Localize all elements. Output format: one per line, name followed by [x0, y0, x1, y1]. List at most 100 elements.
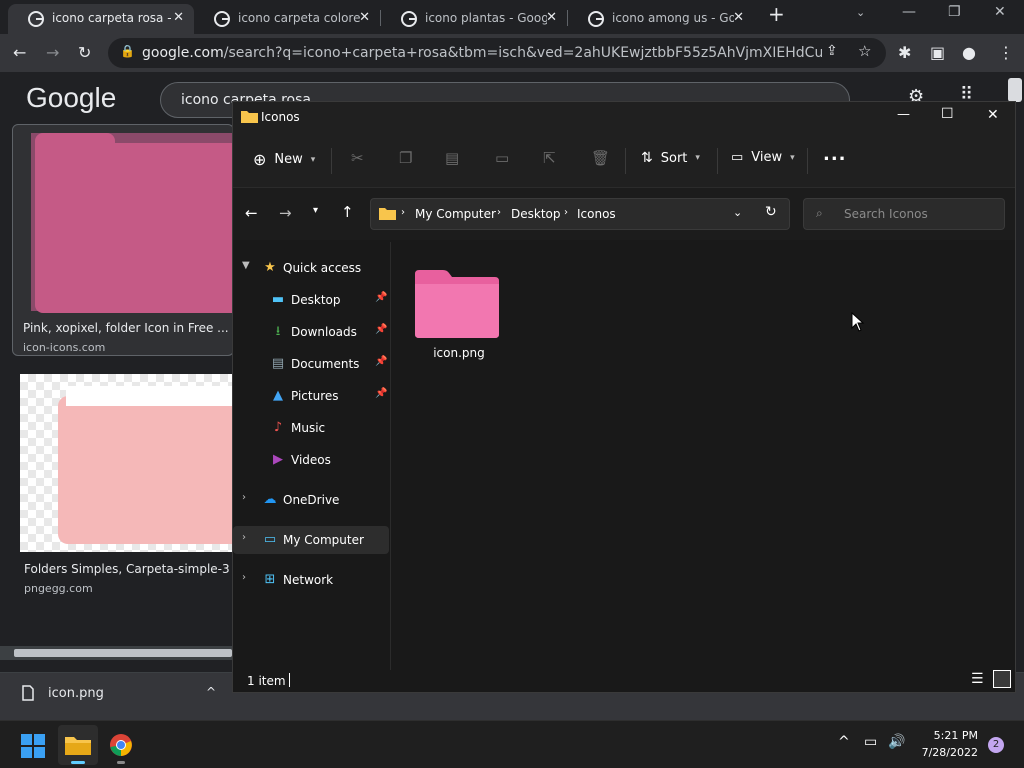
paste-icon[interactable]: ▤: [445, 149, 459, 167]
pin-icon[interactable]: 📌: [375, 292, 387, 303]
more-options-button[interactable]: ...: [823, 144, 847, 165]
windows-start-icon[interactable]: [21, 734, 45, 758]
clock-time[interactable]: 5:21 PM: [922, 729, 978, 742]
sort-label: Sort: [660, 150, 688, 166]
share-icon[interactable]: ⇪: [826, 43, 838, 59]
rename-icon[interactable]: ▭: [495, 149, 509, 167]
chrome-icon[interactable]: [109, 733, 133, 757]
new-tab-button[interactable]: +: [768, 2, 785, 26]
side-panel-icon[interactable]: ▣: [930, 43, 945, 62]
sidebar-item-label: Network: [283, 573, 334, 587]
breadcrumb-item[interactable]: Desktop: [511, 207, 561, 221]
close-window-icon[interactable]: ✕: [994, 4, 1006, 20]
page-scrollbar[interactable]: [1008, 78, 1022, 102]
notification-badge[interactable]: 2: [988, 737, 1004, 753]
google-favicon-icon: [401, 11, 417, 27]
sidebar-item-music[interactable]: ♪ Music: [233, 414, 389, 442]
cut-icon[interactable]: ✂: [351, 149, 364, 167]
sidebar-item-desktop[interactable]: ▬ Desktop 📌: [233, 286, 389, 314]
horizontal-scrollbar[interactable]: [0, 646, 232, 660]
result-thumbnail[interactable]: [20, 374, 234, 552]
back-arrow-icon[interactable]: ←: [245, 204, 258, 222]
file-item[interactable]: icon.png: [413, 270, 505, 366]
tab-close-icon[interactable]: ✕: [359, 10, 370, 25]
result-caption[interactable]: Folders Simples, Carpeta-simple-3 ico: [24, 562, 234, 576]
scrollbar-thumb[interactable]: [14, 649, 232, 657]
breadcrumb-item[interactable]: Iconos: [577, 207, 616, 221]
image-result[interactable]: Folders Simples, Carpeta-simple-3 ico pn…: [12, 372, 234, 602]
sort-button[interactable]: ⇅ Sort ▾: [641, 150, 700, 166]
browser-tab-2[interactable]: icono carpeta colores ✕: [194, 4, 380, 34]
taskbar-file-explorer-button[interactable]: [58, 725, 98, 765]
browser-tab-4[interactable]: icono among us - Google ✕: [568, 4, 754, 34]
tab-search-chevron-icon[interactable]: ⌄: [856, 6, 865, 19]
sidebar-item-network[interactable]: › ⊞ Network: [233, 566, 389, 594]
browser-tab-1[interactable]: icono carpeta rosa - Google ✕: [8, 4, 194, 34]
tab-close-icon[interactable]: ✕: [733, 10, 744, 25]
sidebar-item-quick-access[interactable]: ▼ ★ Quick access: [233, 254, 389, 282]
result-caption[interactable]: Pink, xopixel, folder Icon in Free ...: [23, 321, 233, 335]
menu-kebab-icon[interactable]: ⋮: [998, 43, 1014, 62]
minimize-icon[interactable]: —: [902, 4, 916, 20]
google-logo[interactable]: Google: [26, 82, 116, 114]
download-filename[interactable]: icon.png: [48, 686, 104, 701]
volume-icon[interactable]: 🔊: [888, 734, 905, 750]
chevron-up-icon[interactable]: ^: [838, 734, 850, 750]
pin-icon[interactable]: 📌: [375, 388, 387, 399]
extensions-puzzle-icon[interactable]: ✱: [898, 43, 911, 62]
view-button[interactable]: ▭ View ▾: [731, 150, 795, 165]
chevron-right-icon[interactable]: ›: [242, 492, 246, 503]
pin-icon[interactable]: 📌: [375, 324, 387, 335]
sidebar-item-documents[interactable]: ▤ Documents 📌: [233, 350, 389, 378]
lock-icon[interactable]: 🔒: [120, 44, 135, 58]
chevron-right-icon[interactable]: ›: [242, 532, 246, 543]
minimize-icon[interactable]: —: [897, 107, 910, 122]
sidebar-item-pictures[interactable]: ▲ Pictures 📌: [233, 382, 389, 410]
clock-date[interactable]: 7/28/2022: [914, 746, 978, 759]
sidebar-item-downloads[interactable]: ⭳ Downloads 📌: [233, 318, 389, 346]
copy-icon[interactable]: ❐: [399, 149, 412, 167]
forward-arrow-icon[interactable]: →: [279, 204, 292, 222]
new-button[interactable]: ⊕ New ▾: [253, 150, 315, 169]
recent-locations-chevron-icon[interactable]: ▾: [313, 205, 318, 216]
maximize-icon[interactable]: ☐: [941, 106, 954, 122]
tab-close-icon[interactable]: ✕: [173, 10, 184, 25]
result-source[interactable]: icon-icons.com: [23, 341, 233, 354]
search-input[interactable]: ⌕ Search Iconos: [803, 198, 1005, 230]
image-result[interactable]: Pink, xopixel, folder Icon in Free ... i…: [12, 124, 235, 356]
sidebar-item-videos[interactable]: ▶ Videos: [233, 446, 389, 474]
sidebar-item-label: Desktop: [291, 293, 341, 307]
chevron-down-icon[interactable]: ▼: [242, 260, 250, 271]
address-bar[interactable]: 🔒 google.com/search?q=icono+carpeta+rosa…: [108, 38, 886, 68]
explorer-title-bar[interactable]: Iconos — ☐ ✕: [233, 102, 1015, 132]
network-status-icon[interactable]: ▭: [864, 734, 877, 750]
chevron-down-icon[interactable]: ⌄: [733, 206, 742, 219]
forward-arrow-icon[interactable]: →: [46, 43, 59, 62]
tab-close-icon[interactable]: ✕: [546, 10, 557, 25]
reload-icon[interactable]: ↻: [78, 43, 91, 62]
up-arrow-icon[interactable]: ↑: [341, 203, 354, 221]
breadcrumb-item[interactable]: My Computer: [415, 207, 496, 221]
browser-tab-3[interactable]: icono plantas - Google ✕: [381, 4, 567, 34]
chevron-up-icon[interactable]: ^: [206, 685, 216, 699]
profile-avatar-icon[interactable]: ●: [962, 43, 976, 62]
breadcrumb[interactable]: › My Computer › Desktop › Iconos ⌄ ↻: [370, 198, 790, 230]
bookmark-star-icon[interactable]: ☆: [858, 42, 871, 60]
view-icon: ▭: [731, 150, 744, 165]
back-arrow-icon[interactable]: ←: [13, 43, 26, 62]
sidebar-item-my-computer[interactable]: › ▭ My Computer: [233, 526, 389, 554]
delete-icon[interactable]: 🗑: [591, 149, 610, 167]
share-icon[interactable]: ⇱: [543, 149, 556, 167]
tab-title: icono plantas - Google: [425, 11, 547, 25]
details-view-icon[interactable]: ☰: [971, 671, 984, 687]
refresh-icon[interactable]: ↻: [765, 204, 777, 220]
sidebar-item-onedrive[interactable]: › ☁ OneDrive: [233, 486, 389, 514]
pin-icon[interactable]: 📌: [375, 356, 387, 367]
restore-icon[interactable]: ❐: [948, 4, 961, 20]
large-icons-view-icon[interactable]: [993, 670, 1011, 688]
result-thumbnail[interactable]: [31, 133, 235, 313]
chevron-right-icon[interactable]: ›: [242, 572, 246, 583]
result-source[interactable]: pngegg.com: [24, 582, 234, 595]
close-icon[interactable]: ✕: [987, 107, 999, 123]
chevron-right-icon: ›: [564, 207, 568, 218]
